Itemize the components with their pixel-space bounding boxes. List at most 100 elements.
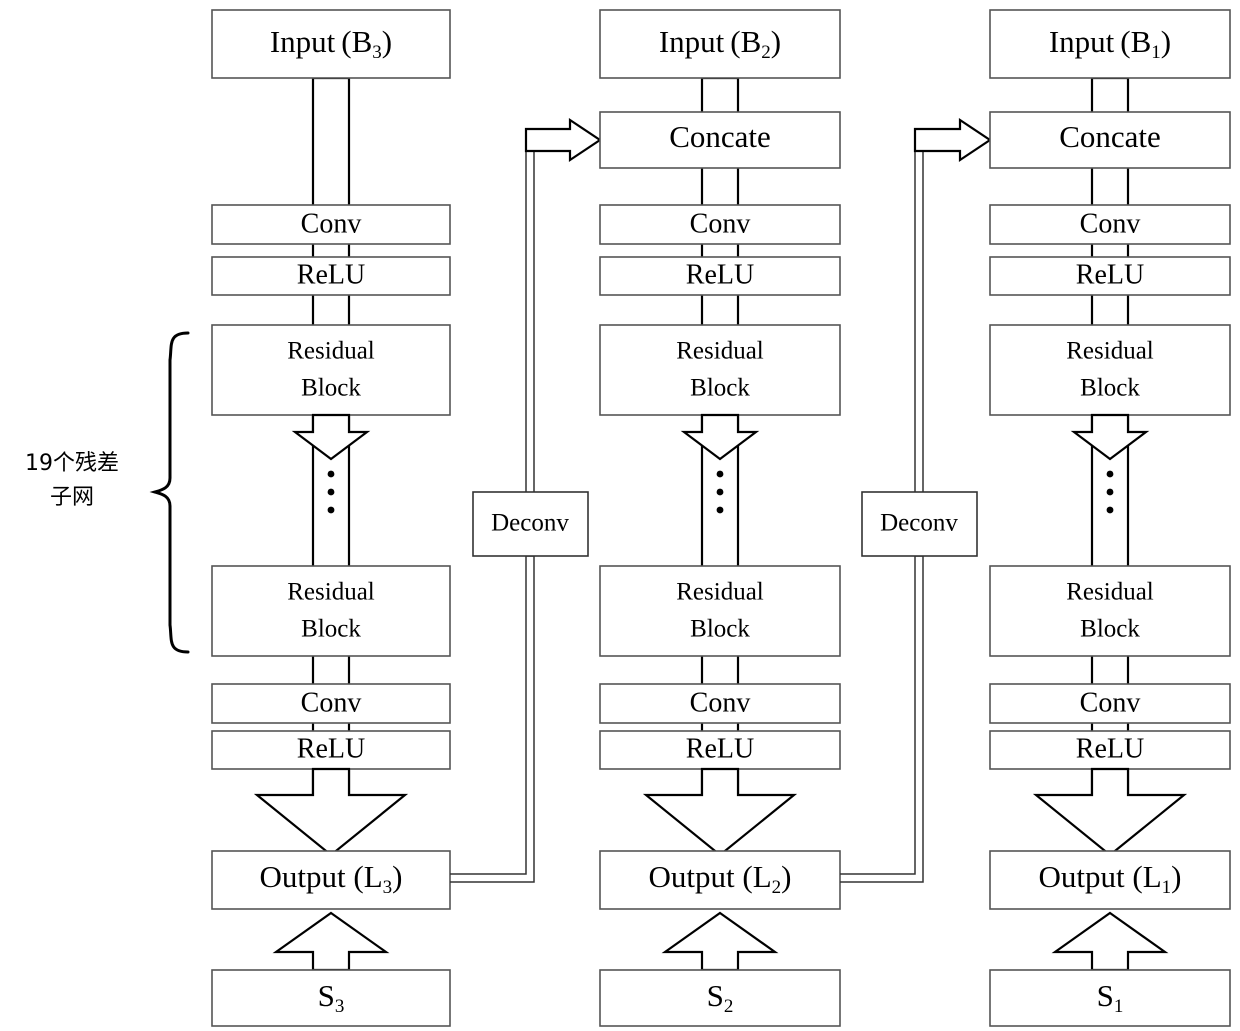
- col3-input-text-num: 1: [1151, 42, 1161, 63]
- col1-conv-bottom-box: Conv: [211, 683, 451, 724]
- col3-residual-bottom-box: Residual Block: [989, 565, 1231, 657]
- deconv1-to-concate-arrow: [524, 117, 602, 163]
- col3-flow-arrow-output: [1032, 767, 1188, 857]
- col3-residual-bottom-line1: Residual: [1066, 579, 1154, 606]
- col3-concate-box: Concate: [989, 111, 1231, 169]
- col2-concate-label: Concate: [669, 119, 771, 154]
- col3-concate-label: Concate: [1059, 119, 1161, 154]
- col3-supervision-box: S1: [989, 969, 1231, 1027]
- col3-residual-top-line1: Residual: [1066, 338, 1154, 365]
- col2-residual-top-line1: Residual: [676, 338, 764, 365]
- deconv-2-box: Deconv: [861, 491, 978, 557]
- col2-output-box: Output (L2): [599, 850, 841, 910]
- col2-supervision-arrow: [661, 911, 779, 972]
- col3-input-box: Input (B1): [989, 9, 1231, 79]
- col1-relu-bottom-label: ReLU: [297, 733, 365, 764]
- col3-output-num: 1: [1162, 877, 1172, 898]
- col2-input-text-paren: (B: [730, 24, 761, 59]
- col3-residual-top-box: Residual Block: [989, 324, 1231, 416]
- diagram-canvas: Input (B3) Conv ReLU Residual Block Resi…: [0, 0, 1240, 1031]
- col1-flow-arrow-output: [253, 767, 409, 857]
- col1-residual-top-line1: Residual: [287, 338, 375, 365]
- col2-residual-bottom-line1: Residual: [676, 579, 764, 606]
- annotation-line-1: 19个残差: [25, 451, 119, 476]
- col3-output-text: Output (L: [1039, 859, 1162, 894]
- col1-flow-arrow-1: [291, 413, 371, 461]
- col2-residual-bottom-box: Residual Block: [599, 565, 841, 657]
- col1-input-text-num: 3: [372, 42, 382, 63]
- deconv1-output-path: [525, 138, 535, 492]
- col1-ellipsis: [327, 470, 335, 514]
- col1-output-num: 3: [383, 877, 393, 898]
- col2-concate-box: Concate: [599, 111, 841, 169]
- architecture-diagram: Input (B3) Conv ReLU Residual Block Resi…: [25, 9, 1231, 1027]
- col2-relu-bottom-box: ReLU: [599, 730, 841, 770]
- col3-residual-bottom-line2: Block: [1080, 616, 1140, 643]
- col2-relu-bottom-label: ReLU: [686, 733, 754, 764]
- col1-residual-top-line2: Block: [301, 375, 361, 402]
- col2-ellipsis: [716, 470, 724, 514]
- col2-input-box: Input (B2): [599, 9, 841, 79]
- col2-flow-arrow-output: [642, 767, 798, 857]
- col1-output-box: Output (L3): [211, 850, 451, 910]
- col1-conv-bottom-label: Conv: [301, 687, 362, 718]
- col1-residual-bottom-line2: Block: [301, 616, 361, 643]
- col2-conv-bottom-label: Conv: [690, 687, 751, 718]
- col3-residual-top-line2: Block: [1080, 375, 1140, 402]
- col3-supervision-arrow: [1051, 911, 1169, 972]
- col2-residual-bottom-line2: Block: [690, 616, 750, 643]
- col1-input-text-main: Input: [270, 24, 336, 59]
- residual-group-annotation: 19个残差 子网: [25, 451, 119, 510]
- col1-relu-bottom-box: ReLU: [211, 730, 451, 770]
- col2-conv-bottom-box: Conv: [599, 683, 841, 724]
- col2-output-num: 2: [772, 877, 782, 898]
- deconv2-to-concate-arrow: [913, 117, 992, 163]
- col2-residual-top-line2: Block: [690, 375, 750, 402]
- deconv2-input-path: [840, 555, 924, 883]
- deconv-1-box: Deconv: [472, 491, 589, 557]
- deconv-1-label: Deconv: [491, 510, 569, 537]
- col3-conv-bottom-box: Conv: [989, 683, 1231, 724]
- col3-relu-bottom-label: ReLU: [1076, 733, 1144, 764]
- col2-relu-top-box: ReLU: [599, 256, 841, 296]
- deconv-2-label: Deconv: [880, 510, 958, 537]
- col2-relu-top-label: ReLU: [686, 259, 754, 290]
- col3-conv-bottom-label: Conv: [1080, 687, 1141, 718]
- deconv1-input-path: [450, 555, 535, 883]
- col1-output-text: Output (L: [260, 859, 383, 894]
- col2-supervision-num: 2: [724, 996, 734, 1017]
- col1-input-text-paren: (B: [341, 24, 372, 59]
- col2-output-text: Output (L: [649, 859, 772, 894]
- col3-input-text-main: Input: [1049, 24, 1115, 59]
- col1-residual-bottom-line1: Residual: [287, 579, 375, 606]
- col2-conv-top-box: Conv: [599, 204, 841, 245]
- col2-supervision-box: S2: [599, 969, 841, 1027]
- col1-relu-top-label: ReLU: [297, 259, 365, 290]
- col1-supervision-arrow: [272, 911, 390, 972]
- col2-flow-arrow-1: [680, 413, 760, 461]
- col3-relu-top-label: ReLU: [1076, 259, 1144, 290]
- col2-input-text-num: 2: [761, 42, 771, 63]
- col1-conv-top-box: Conv: [211, 204, 451, 245]
- col3-ellipsis: [1106, 470, 1114, 514]
- col2-conv-top-label: Conv: [690, 208, 751, 239]
- col1-input-box: Input (B3): [211, 9, 451, 79]
- col1-supervision-box: S3: [211, 969, 451, 1027]
- col2-residual-top-box: Residual Block: [599, 324, 841, 416]
- svg-text:Output (L2): Output (L2): [649, 859, 792, 898]
- col2-input-text-main: Input: [659, 24, 725, 59]
- col3-relu-top-box: ReLU: [989, 256, 1231, 296]
- col1-conv-top-label: Conv: [301, 208, 362, 239]
- col3-flow-arrow-1: [1070, 413, 1150, 461]
- col3-input-text-paren: (B: [1120, 24, 1151, 59]
- col1-residual-top-box: Residual Block: [211, 324, 451, 416]
- residual-group-brace: [149, 331, 190, 654]
- annotation-line-2: 子网: [50, 485, 94, 510]
- col1-supervision-num: 3: [335, 996, 345, 1017]
- col1-supervision-text: S: [318, 978, 335, 1013]
- col3-supervision-text: S: [1097, 978, 1114, 1013]
- col2-supervision-text: S: [707, 978, 724, 1013]
- col1-residual-bottom-box: Residual Block: [211, 565, 451, 657]
- svg-text:Output (L1): Output (L1): [1039, 859, 1182, 898]
- col3-supervision-num: 1: [1114, 996, 1124, 1017]
